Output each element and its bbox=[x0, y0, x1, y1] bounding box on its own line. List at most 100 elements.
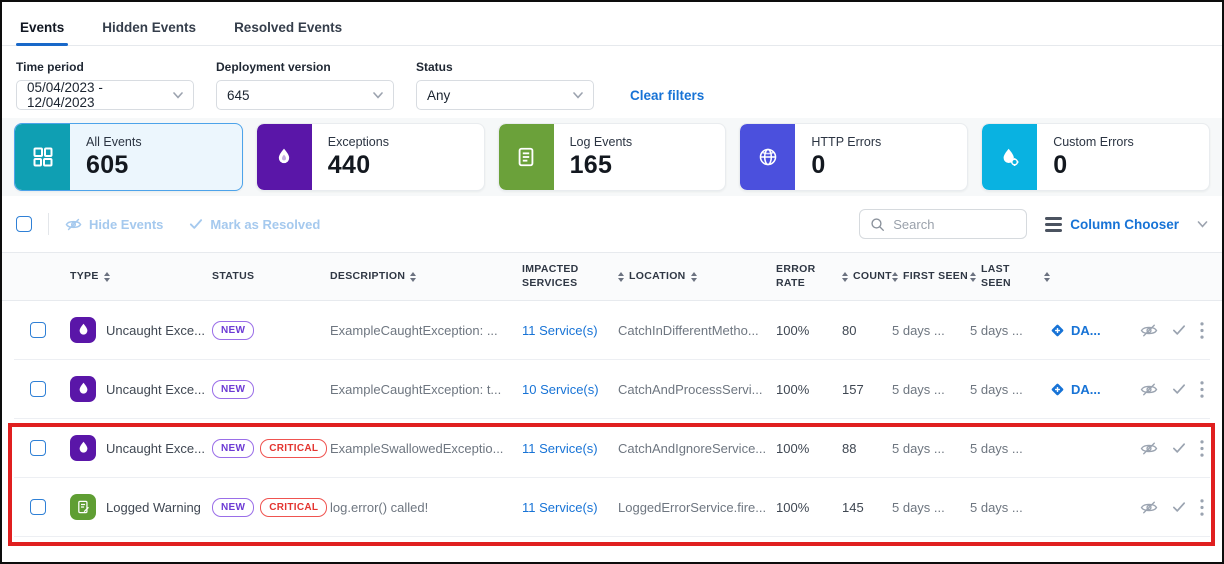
card-label: Log Events bbox=[570, 135, 633, 149]
impacted-services-link[interactable]: 11 Service(s) bbox=[522, 500, 598, 515]
column-chooser-button[interactable]: Column Chooser bbox=[1045, 217, 1208, 232]
card-label: Custom Errors bbox=[1053, 135, 1134, 149]
row-menu-button[interactable] bbox=[1200, 381, 1204, 398]
card-custom-errors[interactable]: Custom Errors 0 bbox=[981, 123, 1210, 191]
diamond-plus-icon bbox=[1050, 382, 1065, 397]
card-body: All Events 605 bbox=[70, 124, 142, 190]
status-badge-critical: CRITICAL bbox=[260, 498, 327, 517]
tab-bar: Events Hidden Events Resolved Events bbox=[2, 2, 1222, 46]
sort-icon[interactable] bbox=[892, 272, 898, 282]
status-select[interactable]: Any bbox=[416, 80, 594, 110]
header-description[interactable]: DESCRIPTION bbox=[330, 270, 522, 283]
hamburger-icon bbox=[1045, 217, 1062, 232]
event-location: CatchAndProcessServi... bbox=[618, 382, 776, 397]
card-value: 0 bbox=[811, 151, 881, 180]
integration-tag[interactable]: DA... bbox=[1050, 382, 1122, 397]
row-checkbox[interactable] bbox=[30, 381, 46, 397]
table-row: Uncaught Exce... NEW CRITICAL ExampleSwa… bbox=[14, 419, 1210, 478]
row-menu-button[interactable] bbox=[1200, 322, 1204, 339]
header-count[interactable]: COUNT bbox=[842, 270, 892, 283]
card-all-events[interactable]: All Events 605 bbox=[14, 123, 243, 191]
card-http-errors[interactable]: HTTP Errors 0 bbox=[739, 123, 968, 191]
header-last-seen[interactable]: LAST SEEN bbox=[970, 263, 1050, 289]
hide-events-button[interactable]: Hide Events bbox=[65, 217, 163, 232]
event-description: log.error() called! bbox=[330, 500, 522, 515]
event-description: ExampleSwallowedExceptio... bbox=[330, 441, 522, 456]
select-all-checkbox[interactable] bbox=[16, 216, 32, 232]
impacted-services-link[interactable]: 10 Service(s) bbox=[522, 382, 599, 397]
diamond-plus-icon bbox=[1050, 323, 1065, 338]
card-log-events[interactable]: Log Events 165 bbox=[498, 123, 727, 191]
card-body: Custom Errors 0 bbox=[1037, 124, 1134, 190]
mark-resolved-button[interactable]: Mark as Resolved bbox=[189, 217, 320, 232]
sort-icon[interactable] bbox=[691, 272, 697, 282]
sort-icon[interactable] bbox=[618, 272, 624, 282]
header-description-label: DESCRIPTION bbox=[330, 270, 405, 283]
last-seen-value: 5 days ... bbox=[970, 500, 1050, 515]
eye-slash-icon bbox=[1140, 441, 1158, 456]
check-icon bbox=[189, 218, 203, 230]
event-description: ExampleCaughtException: ... bbox=[330, 323, 522, 338]
time-period-label: Time period bbox=[16, 60, 194, 74]
header-location[interactable]: LOCATION bbox=[618, 270, 776, 283]
error-rate-value: 100% bbox=[776, 500, 842, 515]
sort-icon[interactable] bbox=[1044, 272, 1050, 282]
check-icon bbox=[1172, 383, 1186, 395]
status-label: Status bbox=[416, 60, 594, 74]
card-exceptions[interactable]: Exceptions 440 bbox=[256, 123, 485, 191]
resolve-row-button[interactable] bbox=[1172, 501, 1186, 513]
search-input[interactable] bbox=[893, 217, 1003, 232]
time-period-select[interactable]: 05/04/2023 - 12/04/2023 bbox=[16, 80, 194, 110]
hide-row-button[interactable] bbox=[1140, 323, 1158, 338]
toolbar-right: Column Chooser bbox=[859, 209, 1208, 239]
clear-filters-button[interactable]: Clear filters bbox=[630, 88, 704, 103]
sort-icon[interactable] bbox=[104, 272, 110, 282]
filter-bar: Time period 05/04/2023 - 12/04/2023 Depl… bbox=[2, 46, 1222, 110]
row-checkbox[interactable] bbox=[30, 440, 46, 456]
tab-events[interactable]: Events bbox=[16, 14, 68, 45]
header-impacted-services-label: IMPACTED SERVICES bbox=[522, 263, 598, 289]
card-value: 440 bbox=[328, 151, 389, 180]
tab-hidden-events[interactable]: Hidden Events bbox=[98, 14, 200, 45]
impacted-services-link[interactable]: 11 Service(s) bbox=[522, 441, 598, 456]
event-location: CatchAndIgnoreService... bbox=[618, 441, 776, 456]
tab-resolved-events[interactable]: Resolved Events bbox=[230, 14, 346, 45]
eye-slash-icon bbox=[1140, 500, 1158, 515]
count-value: 88 bbox=[842, 441, 892, 456]
resolve-row-button[interactable] bbox=[1172, 442, 1186, 454]
chevron-down-icon bbox=[573, 92, 583, 99]
column-chooser-label: Column Chooser bbox=[1070, 217, 1179, 232]
sort-icon[interactable] bbox=[970, 272, 976, 282]
sort-icon[interactable] bbox=[410, 272, 416, 282]
last-seen-value: 5 days ... bbox=[970, 323, 1050, 338]
row-menu-button[interactable] bbox=[1200, 499, 1204, 516]
sort-icon[interactable] bbox=[842, 272, 848, 282]
status-badge-new: NEW bbox=[212, 321, 254, 340]
first-seen-value: 5 days ... bbox=[892, 441, 970, 456]
card-icon-block bbox=[982, 124, 1037, 190]
resolve-row-button[interactable] bbox=[1172, 324, 1186, 336]
hide-row-button[interactable] bbox=[1140, 441, 1158, 456]
header-type[interactable]: TYPE bbox=[70, 270, 212, 283]
error-rate-value: 100% bbox=[776, 323, 842, 338]
integration-tag[interactable]: DA... bbox=[1050, 323, 1122, 338]
impacted-services-link[interactable]: 11 Service(s) bbox=[522, 323, 598, 338]
row-menu-button[interactable] bbox=[1200, 440, 1204, 457]
resolve-row-button[interactable] bbox=[1172, 383, 1186, 395]
row-checkbox[interactable] bbox=[30, 499, 46, 515]
hide-row-button[interactable] bbox=[1140, 382, 1158, 397]
eye-slash-icon bbox=[1140, 382, 1158, 397]
row-checkbox[interactable] bbox=[30, 322, 46, 338]
integration-tag-label: DA... bbox=[1071, 323, 1101, 338]
eye-slash-icon bbox=[1140, 323, 1158, 338]
header-first-seen[interactable]: FIRST SEEN bbox=[892, 270, 970, 283]
chevron-down-icon[interactable] bbox=[1197, 221, 1208, 228]
error-rate-value: 100% bbox=[776, 382, 842, 397]
event-type-label: Uncaught Exce... bbox=[106, 441, 205, 456]
kebab-icon bbox=[1200, 440, 1204, 457]
event-location: LoggedErrorService.fire... bbox=[618, 500, 776, 515]
hide-row-button[interactable] bbox=[1140, 500, 1158, 515]
deployment-version-select[interactable]: 645 bbox=[216, 80, 394, 110]
first-seen-value: 5 days ... bbox=[892, 323, 970, 338]
count-value: 145 bbox=[842, 500, 892, 515]
